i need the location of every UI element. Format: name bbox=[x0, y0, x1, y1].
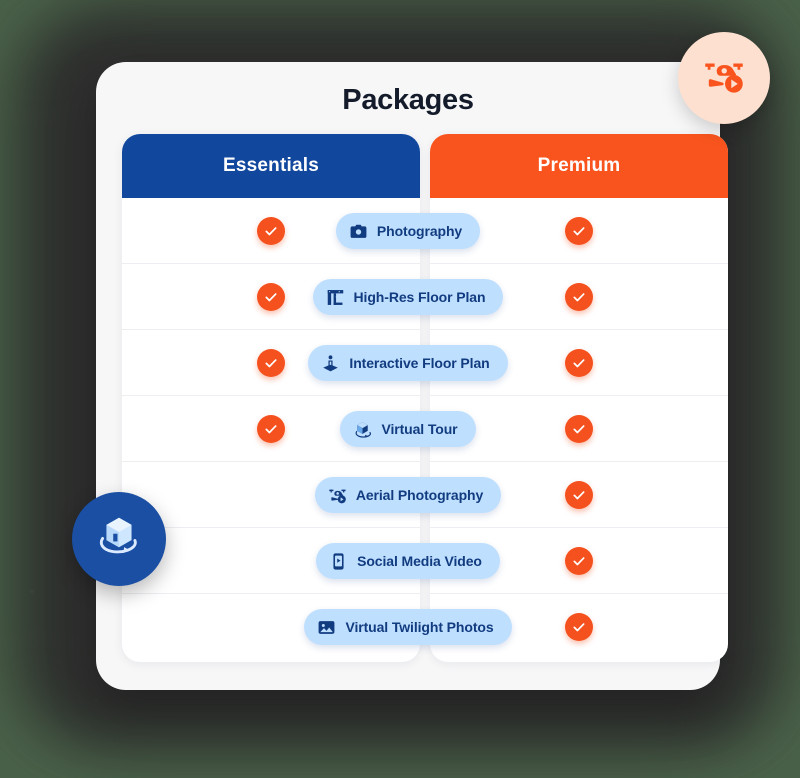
empty-cell bbox=[257, 547, 285, 575]
virtual-tour-badge bbox=[72, 492, 166, 586]
rotating-cube-icon bbox=[353, 420, 372, 439]
feature-pill-label: Interactive Floor Plan bbox=[349, 355, 490, 371]
check-icon bbox=[257, 216, 285, 245]
drone-video-icon bbox=[699, 51, 749, 106]
rotating-cube-icon bbox=[92, 510, 146, 569]
phone-video-icon bbox=[329, 552, 348, 571]
packages-card: Packages Essentials Premium Photography H… bbox=[96, 62, 728, 690]
check-icon bbox=[565, 216, 593, 245]
feature-pill[interactable]: Photography bbox=[335, 213, 481, 249]
interactive-pin-icon bbox=[321, 354, 340, 373]
empty-cell bbox=[257, 613, 285, 641]
check-icon bbox=[257, 348, 285, 377]
feature-pill[interactable]: Virtual Tour bbox=[340, 411, 476, 447]
floor-plan-icon bbox=[326, 288, 345, 307]
drone-video-badge bbox=[678, 32, 770, 124]
check-icon bbox=[565, 546, 593, 575]
camera-icon bbox=[349, 222, 368, 241]
feature-pill-label: Virtual Twilight Photos bbox=[345, 619, 494, 635]
feature-pill[interactable]: Virtual Twilight Photos bbox=[304, 609, 512, 645]
drone-icon bbox=[328, 486, 347, 505]
feature-pill-label: Photography bbox=[376, 223, 463, 239]
page-title: Packages bbox=[342, 84, 474, 116]
check-icon bbox=[257, 414, 285, 443]
empty-cell bbox=[257, 481, 285, 509]
check-icon bbox=[565, 613, 593, 641]
image-icon bbox=[317, 618, 336, 637]
feature-pill-label: Virtual Tour bbox=[381, 421, 458, 437]
feature-pill-label: Social Media Video bbox=[357, 553, 482, 569]
column-premium: Premium bbox=[430, 134, 728, 662]
feature-pill[interactable]: High-Res Floor Plan bbox=[312, 279, 504, 315]
feature-pill[interactable]: Social Media Video bbox=[316, 543, 500, 579]
column-header-essentials: Essentials bbox=[122, 134, 420, 198]
feature-pill[interactable]: Aerial Photography bbox=[314, 477, 502, 513]
feature-pill[interactable]: Interactive Floor Plan bbox=[308, 345, 508, 381]
feature-pill-label: Aerial Photography bbox=[355, 487, 484, 503]
check-icon bbox=[565, 414, 593, 443]
feature-pill-label: High-Res Floor Plan bbox=[353, 289, 486, 305]
check-icon bbox=[565, 348, 593, 377]
column-header-premium: Premium bbox=[430, 134, 728, 198]
check-icon bbox=[257, 282, 285, 311]
check-icon bbox=[565, 480, 593, 509]
check-icon bbox=[565, 282, 593, 311]
